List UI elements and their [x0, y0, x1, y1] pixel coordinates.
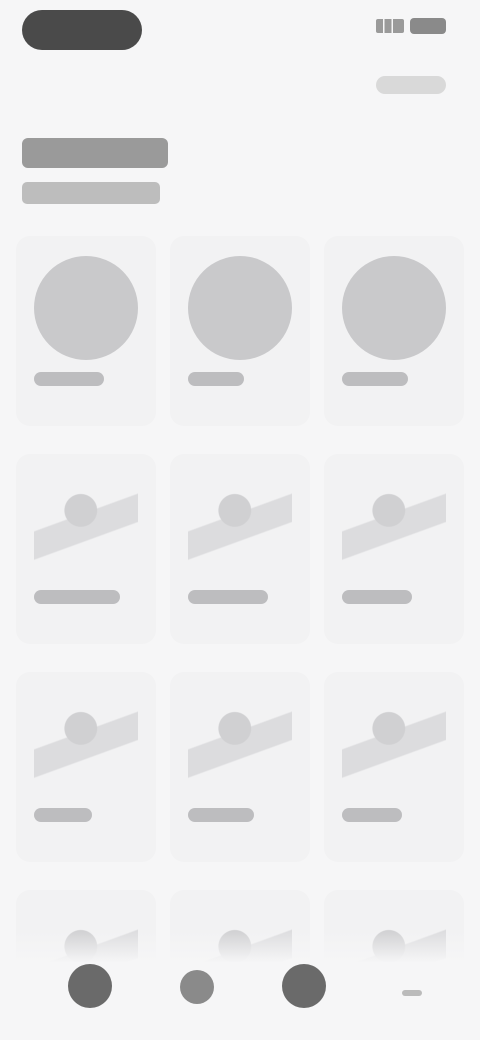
tile-illustration: [342, 474, 446, 578]
dynamic-island: [22, 10, 142, 50]
tile-illustration: [342, 256, 446, 360]
nav-home-icon[interactable]: [68, 964, 112, 1008]
tile-illustration: [34, 692, 138, 796]
tile-card[interactable]: [324, 672, 464, 862]
tile-label-bar: [188, 590, 268, 604]
tile-label-bar: [188, 808, 254, 822]
tile-card[interactable]: [324, 454, 464, 644]
tile-illustration: [34, 256, 138, 360]
tile-card[interactable]: [16, 672, 156, 862]
tile-card[interactable]: [16, 454, 156, 644]
tile-card[interactable]: [170, 236, 310, 426]
page-subtitle: [22, 182, 160, 204]
tile-label-bar: [34, 590, 120, 604]
status-icons: [376, 18, 446, 34]
nav-more-icon[interactable]: [402, 990, 422, 996]
tile-illustration: [342, 692, 446, 796]
tile-illustration: [188, 692, 292, 796]
tile-card[interactable]: [170, 454, 310, 644]
status-bar: [0, 0, 480, 64]
bottom-nav: [0, 930, 480, 1040]
nav-explore-icon[interactable]: [180, 970, 214, 1004]
tile-label-bar: [342, 372, 408, 386]
signal-icon: [376, 19, 404, 33]
battery-icon: [410, 18, 446, 34]
page-title: [22, 138, 168, 168]
page-header: [22, 138, 168, 204]
tile-label-bar: [188, 372, 244, 386]
tile-illustration: [188, 474, 292, 578]
tile-card[interactable]: [170, 672, 310, 862]
tile-grid: [16, 236, 464, 1040]
tile-illustration: [34, 474, 138, 578]
tile-label-bar: [342, 808, 402, 822]
tile-card[interactable]: [16, 236, 156, 426]
tile-label-bar: [342, 590, 412, 604]
tile-card[interactable]: [324, 236, 464, 426]
tile-label-bar: [34, 372, 104, 386]
tile-label-bar: [34, 808, 92, 822]
top-action-button[interactable]: [376, 76, 446, 94]
nav-profile-icon[interactable]: [282, 964, 326, 1008]
tile-illustration: [188, 256, 292, 360]
